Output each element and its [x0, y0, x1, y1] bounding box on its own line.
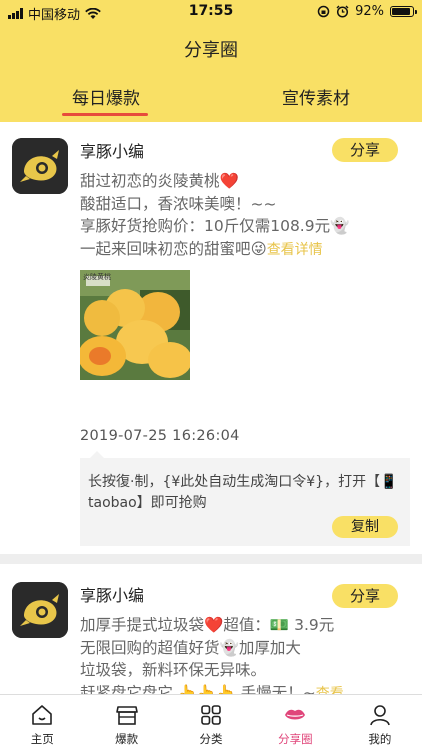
post-line: 垃圾袋，新料环保无异味。 [80, 661, 267, 679]
battery-percent: 92% [355, 4, 384, 19]
post-timestamp: 2019-07-25 16:26:04 [80, 428, 240, 444]
copy-command-box: 长按復·制，{¥此处自动生成淘口令¥}，打开【📱 taobao】即可抢购 复制 [80, 451, 410, 546]
product-photo[interactable]: 炎陵黄桃 [80, 270, 190, 380]
tab-daily-hot[interactable]: 每日爆款 [62, 84, 150, 109]
ghost-emoji-icon: 👻 [219, 638, 239, 657]
post-divider [0, 554, 422, 564]
tabbar-item-share-circle[interactable]: 分享圈 [253, 695, 337, 750]
heart-emoji-icon: ❤️ [204, 616, 224, 634]
author-name: 享豚小编 [80, 586, 145, 605]
tabbar-label: 爆款 [115, 732, 139, 746]
post-text: 加厚手提式垃圾袋❤️超值：💵 3.9元 无限回购的超值好货👻加厚加大 垃圾袋，新… [80, 614, 400, 694]
peach-photo [80, 270, 190, 380]
post-line: 一起来回味初恋的甜蜜吧😜查看详情 [80, 239, 323, 258]
alarm-icon [336, 5, 349, 18]
dolphin-logo-icon [12, 138, 68, 194]
status-right: 92% [317, 4, 417, 19]
tabbar-label: 我的 [368, 732, 392, 746]
battery-icon [390, 6, 417, 17]
grid-icon [201, 705, 221, 725]
view-details-link[interactable]: 查看 [316, 686, 344, 695]
post-line: 无限回购的超值好货👻加厚加大 [80, 638, 301, 657]
post-card: 享豚小编 分享 甜过初恋的炎陵黄桃❤️ 酸甜适口，香浓味美噢！~~ 享豚好货抢购… [0, 122, 422, 554]
tabbar-label: 主页 [30, 732, 54, 746]
tabbar-item-home[interactable]: 主页 [0, 695, 84, 750]
share-button[interactable]: 分享 [332, 138, 398, 162]
header-area: 中国移动 17:55 92% 分享圈 每日爆款 宣传素材 [0, 0, 422, 122]
author-avatar[interactable] [12, 582, 68, 638]
post-line: 加厚手提式垃圾袋❤️超值：💵 3.9元 [80, 616, 335, 634]
user-icon [370, 705, 390, 726]
status-bar: 中国移动 17:55 92% [0, 0, 422, 24]
ghost-emoji-icon: 👻 [330, 217, 350, 235]
tab-promo-material[interactable]: 宣传素材 [270, 84, 362, 109]
tabbar-item-category[interactable]: 分类 [169, 695, 253, 750]
post-line: 酸甜适口，香浓味美噢！~~ [80, 194, 277, 213]
home-icon [32, 705, 53, 725]
photo-caption: 炎陵黄桃 [83, 273, 111, 281]
share-button[interactable]: 分享 [332, 584, 398, 608]
active-tab-indicator [62, 113, 148, 116]
shop-icon [115, 706, 138, 725]
lips-icon [285, 709, 306, 720]
copy-button[interactable]: 复制 [332, 516, 398, 538]
author-avatar[interactable] [12, 138, 68, 194]
hand-emoji-icon: 👆👆👆 [177, 683, 236, 695]
view-details-link[interactable]: 查看详情 [267, 242, 323, 258]
feed-list[interactable]: 享豚小编 分享 甜过初恋的炎陵黄桃❤️ 酸甜适口，香浓味美噢！~~ 享豚好货抢购… [0, 122, 422, 694]
heart-emoji-icon: ❤️ [219, 172, 239, 190]
tabbar-label: 分类 [199, 732, 223, 746]
money-emoji-icon: 💵 [269, 616, 290, 634]
battery-fill [392, 8, 411, 15]
post-text: 甜过初恋的炎陵黄桃❤️ 酸甜适口，香浓味美噢！~~ 享豚好货抢购价：10斤仅需1… [80, 170, 400, 261]
copy-command-text[interactable]: 长按復·制，{¥此处自动生成淘口令¥}，打开【📱 taobao】即可抢购 [88, 472, 404, 514]
wink-emoji-icon: 😜 [250, 239, 267, 258]
dolphin-logo-icon [12, 582, 68, 638]
post-line: 甜过初恋的炎陵黄桃❤️ [80, 172, 239, 190]
author-name: 享豚小编 [80, 142, 145, 161]
tabbar-item-mine[interactable]: 我的 [338, 695, 422, 750]
tabbar-item-hot[interactable]: 爆款 [84, 695, 168, 750]
copy-box-notch [90, 451, 104, 458]
page-title: 分享圈 [184, 40, 238, 61]
post-line: 享豚好货抢购价：10斤仅需108.9元👻 [80, 217, 350, 235]
bottom-tab-bar: 主页 爆款 分类 分享圈 我的 [0, 694, 422, 750]
post-line: 赶紧盘它盘它 👆👆👆 手慢无！~查看 [80, 682, 400, 695]
tabbar-label: 分享圈 [278, 732, 313, 746]
post-card: 享豚小编 分享 加厚手提式垃圾袋❤️超值：💵 3.9元 无限回购的超值好货👻加厚… [0, 564, 422, 694]
rotation-lock-icon [317, 5, 330, 18]
